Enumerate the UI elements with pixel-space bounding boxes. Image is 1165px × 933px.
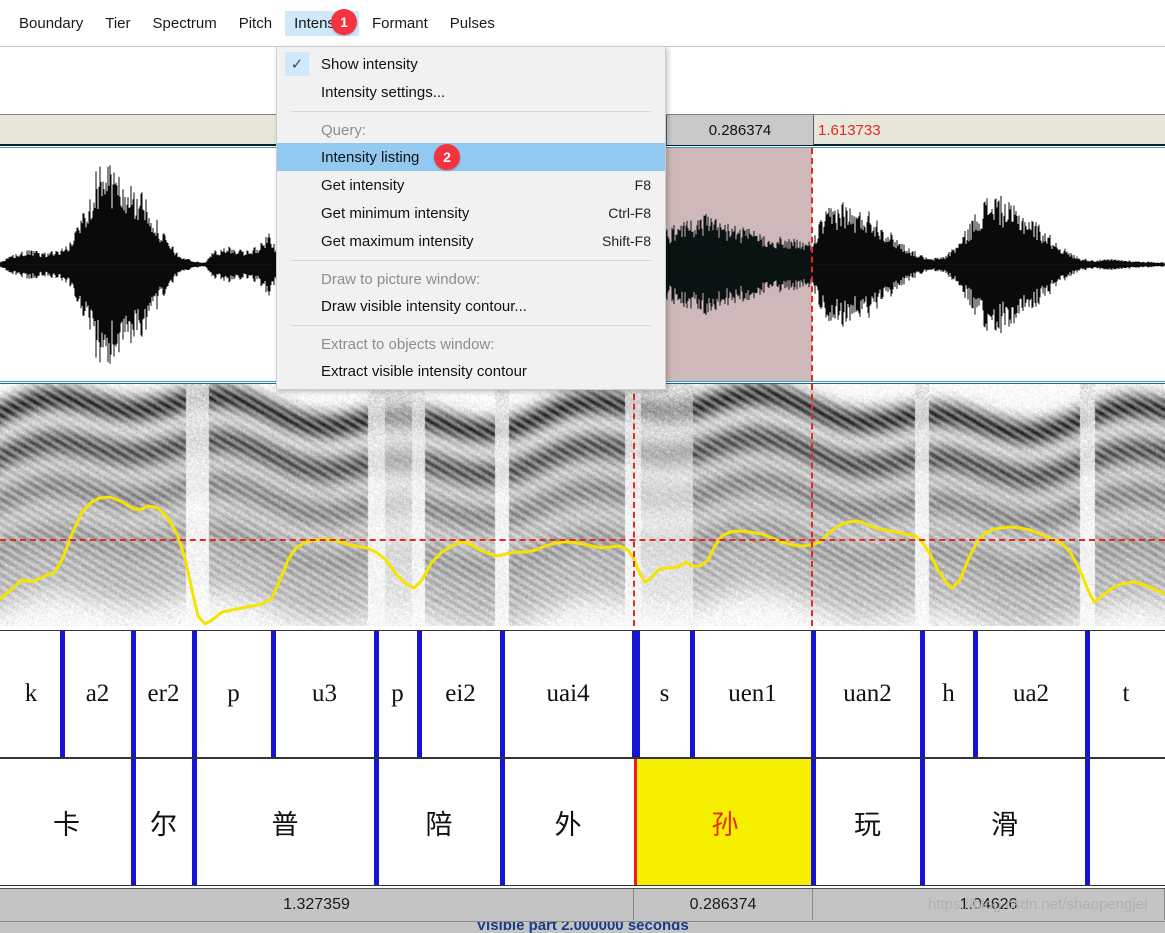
interval-label: h (942, 680, 955, 707)
interval-label: uai4 (546, 680, 590, 707)
interval-boundary[interactable] (1085, 759, 1090, 885)
menu-section-query: Query: (277, 117, 665, 143)
intensity-value-line (0, 539, 1165, 541)
interval-label: er2 (147, 680, 180, 707)
menu-item-label: Show intensity (321, 55, 418, 73)
visible-part-status-bar: Visible part 2.000000 seconds (0, 921, 1165, 933)
menu-item-get-maximum-intensity[interactable]: Get maximum intensity Shift-F8 (277, 227, 665, 255)
interval-boundary[interactable] (500, 631, 505, 757)
menu-spectrum[interactable]: Spectrum (144, 11, 226, 36)
cursor-boundary[interactable] (634, 759, 637, 885)
step-badge-1: 1 (331, 9, 357, 35)
selection-end-line[interactable] (811, 384, 813, 626)
menu-item-get-minimum-intensity[interactable]: Get minimum intensity Ctrl-F8 (277, 199, 665, 227)
cursor-time-readout: 1.613733 (818, 121, 881, 139)
interval-label: 玩 (854, 809, 881, 840)
menu-item-extract-visible-intensity-contour[interactable]: Extract visible intensity contour (277, 357, 665, 385)
interval-boundary[interactable] (690, 631, 695, 757)
interval-label: a2 (85, 680, 110, 707)
interval-boundary[interactable] (417, 631, 422, 757)
interval-boundary[interactable] (635, 631, 640, 757)
interval-label: s (659, 680, 670, 707)
interval-boundary[interactable] (500, 759, 505, 885)
interval-label: 陪 (425, 809, 453, 840)
interval-boundary[interactable] (271, 631, 276, 757)
interval-label: ua2 (1012, 680, 1050, 707)
cursor-line[interactable] (811, 148, 813, 381)
interval-boundary[interactable] (920, 631, 925, 757)
menu-item-shortcut: F8 (634, 177, 651, 193)
tier-phonemes[interactable]: k a2 er2 p u3 p ei2 uai4 s uen1 uan2 h ua2 t (0, 630, 1165, 758)
interval-label: uan2 (843, 680, 892, 707)
interval-label: 外 (554, 809, 582, 840)
menu-item-draw-visible-intensity-contour[interactable]: Draw visible intensity contour... (277, 292, 665, 320)
interval-label (1087, 759, 1165, 885)
interval-boundary[interactable] (1085, 631, 1090, 757)
selected-interval-highlight (637, 759, 812, 885)
menu-item-label: Get intensity (321, 176, 405, 194)
menu-boundary[interactable]: Boundary (10, 11, 92, 36)
duration-cell[interactable]: 1.327359 (0, 889, 634, 920)
menu-item-get-intensity[interactable]: Get intensity F8 (277, 171, 665, 199)
menu-separator (291, 325, 651, 326)
intensity-menu-dropdown[interactable]: ✓ Show intensity Intensity settings... Quer… (276, 46, 666, 390)
interval-label: k (24, 680, 38, 707)
menu-pulses[interactable]: Pulses (441, 11, 504, 36)
menu-section-extract-to-objects-window: Extract to objects window: (277, 331, 665, 357)
interval-label: p (391, 680, 404, 707)
check-icon: ✓ (285, 52, 309, 76)
interval-boundary[interactable] (131, 759, 136, 885)
menu-item-intensity-listing[interactable]: Intensity listing (277, 143, 665, 171)
watermark-text: https://blog.csdn.net/shaopengjei (928, 896, 1148, 913)
intensity-contour (0, 495, 1165, 626)
visible-part-label: Visible part 2.000000 seconds (476, 921, 689, 933)
menu-formant[interactable]: Formant (363, 11, 437, 36)
selection-start-line[interactable] (633, 384, 635, 626)
interval-boundary[interactable] (192, 759, 197, 885)
menu-item-label: Get minimum intensity (321, 204, 470, 222)
menu-item-label: Draw visible intensity contour... (321, 297, 527, 315)
interval-label: 普 (271, 809, 299, 840)
interval-label: 尔 (150, 809, 177, 840)
spectrogram-pane[interactable] (0, 383, 1165, 626)
menu-item-intensity-settings[interactable]: Intensity settings... (277, 78, 665, 106)
interval-label: p (227, 680, 240, 707)
interval-label: t (1122, 680, 1130, 707)
interval-boundary[interactable] (920, 759, 925, 885)
step-badge-2: 2 (434, 144, 460, 170)
menu-section-draw-to-picture-window: Draw to picture window: (277, 266, 665, 292)
interval-label: ei2 (445, 680, 476, 707)
interval-label: uen1 (728, 680, 777, 707)
menu-item-shortcut: Ctrl-F8 (608, 205, 651, 221)
interval-boundary[interactable] (192, 631, 197, 757)
menu-item-show-intensity[interactable]: ✓ Show intensity (277, 50, 665, 78)
menu-item-label: Extract visible intensity contour (321, 362, 527, 380)
interval-boundary[interactable] (811, 759, 816, 885)
menu-tier[interactable]: Tier (96, 11, 139, 36)
menu-item-label: Query: (321, 121, 367, 139)
interval-boundary[interactable] (131, 631, 136, 757)
menu-item-label: Extract to objects window: (321, 335, 495, 353)
interval-boundary[interactable] (811, 631, 816, 757)
interval-boundary[interactable] (60, 631, 65, 757)
interval-boundary[interactable] (973, 631, 978, 757)
interval-boundary[interactable] (374, 759, 379, 885)
menu-item-label: Get maximum intensity (321, 232, 474, 250)
menu-pitch[interactable]: Pitch (230, 11, 281, 36)
menu-item-label: Intensity listing (321, 148, 420, 166)
interval-label: u3 (312, 680, 337, 707)
praat-textgrid-editor: Boundary Tier Spectrum Pitch Intensity Forman… (0, 0, 1165, 933)
interval-label: 滑 (991, 809, 1018, 840)
menu-separator (291, 260, 651, 261)
selection-duration-readout: 0.286374 (666, 115, 814, 145)
tier-words[interactable]: 卡尔普陪外孙玩滑 (0, 758, 1165, 886)
duration-cell[interactable]: 0.286374 (634, 889, 813, 920)
menu-item-label: Intensity settings... (321, 83, 446, 101)
menu-separator (291, 111, 651, 112)
menu-bar: Boundary Tier Spectrum Pitch Intensity Forman… (0, 0, 1165, 47)
interval-label: 卡 (53, 809, 80, 840)
menu-item-label: Draw to picture window: (321, 270, 481, 288)
interval-boundary[interactable] (374, 631, 379, 757)
menu-item-shortcut: Shift-F8 (601, 233, 651, 249)
